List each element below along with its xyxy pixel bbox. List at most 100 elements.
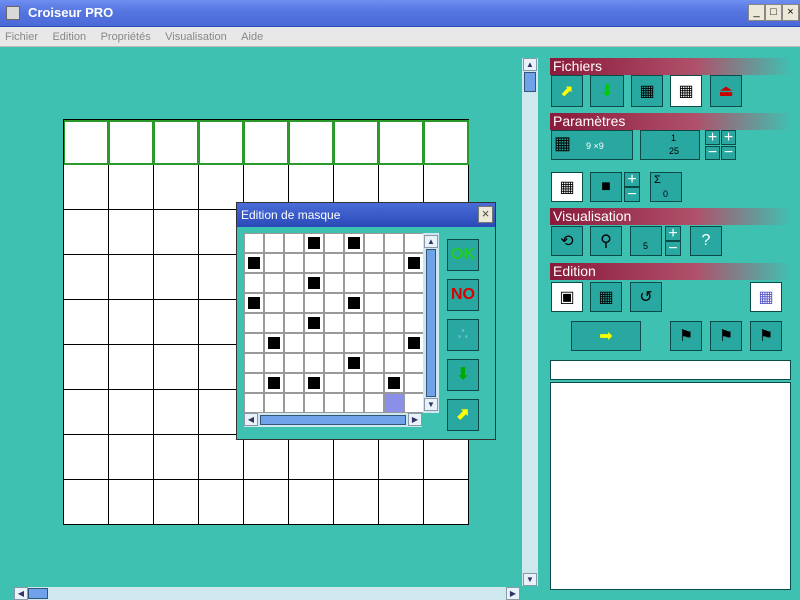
mask-cell[interactable] [324,273,344,293]
grid-cell[interactable] [109,390,154,435]
mask-scroll-left-icon[interactable]: ◀ [244,413,258,426]
grid-cell[interactable] [154,345,199,390]
grid-cell[interactable] [154,165,199,210]
mask-cell[interactable] [344,393,364,413]
mask-vertical-thumb[interactable] [426,249,436,397]
mask-cell[interactable] [304,253,324,273]
mask-cell[interactable] [384,273,404,293]
grid-cell[interactable] [379,435,424,480]
grid-cell[interactable] [289,435,334,480]
scroll-down-icon[interactable]: ▼ [523,573,537,586]
mask-cell[interactable] [264,313,284,333]
columns-minus-button[interactable]: − [665,240,681,257]
mask-cell[interactable] [284,353,304,373]
grid-cell[interactable] [154,480,199,525]
mask-open-button[interactable]: ⬈ [447,399,479,431]
mask-cell[interactable] [404,293,424,313]
mask-scroll-down-icon[interactable]: ▼ [424,398,438,411]
length-increase2-button[interactable]: + [721,129,736,146]
mask-cell[interactable] [324,353,344,373]
grid-cell[interactable] [379,120,424,165]
mask-cell[interactable] [244,353,264,373]
grid-cell[interactable] [379,480,424,525]
menu-edition[interactable]: Edition [47,29,91,45]
grid-cell[interactable] [334,435,379,480]
mask-horizontal-scrollbar[interactable]: ◀ ▶ [244,413,422,427]
mask-cell[interactable] [384,353,404,373]
mask-cell[interactable] [244,233,264,253]
mask-cell[interactable] [284,333,304,353]
transfer-button[interactable]: ➡ [571,321,641,351]
length-decrease2-button[interactable]: − [721,144,736,161]
mask-cell[interactable] [264,293,284,313]
grid-cell[interactable] [109,255,154,300]
mask-cell[interactable] [404,393,424,413]
grid-cell[interactable] [64,300,109,345]
mask-cell[interactable] [344,313,364,333]
columns-button[interactable]: 5 [630,226,662,256]
random-fill-button[interactable]: ∴ [447,319,479,351]
dialog-close-button[interactable]: × [478,206,493,223]
grid-cell[interactable] [244,435,289,480]
mask-black-cell[interactable] [304,373,324,393]
mask-cell[interactable] [364,393,384,413]
menu-fichier[interactable]: Fichier [0,29,43,45]
grid-cell[interactable] [64,255,109,300]
mask-cell[interactable] [264,253,284,273]
close-button[interactable]: × [782,4,799,21]
grid-cell[interactable] [154,435,199,480]
scroll-right-icon[interactable]: ▶ [506,587,520,600]
mask-cell[interactable] [384,293,404,313]
grid-cell[interactable] [244,120,289,165]
grid-cell[interactable] [64,120,109,165]
export-grid-button[interactable]: ▦ [631,75,663,107]
grid-cell[interactable] [199,480,244,525]
mask-cell[interactable] [244,393,264,413]
no-button[interactable]: NO [447,279,479,311]
mask-cell[interactable] [404,373,424,393]
edit-mask-button[interactable]: ▦ [590,282,622,312]
grid-cell[interactable] [109,435,154,480]
mask-cell[interactable] [304,333,324,353]
mask-cell[interactable] [384,333,404,353]
mask-cell[interactable] [264,393,284,413]
grid-cell[interactable] [109,210,154,255]
grid-cell[interactable] [109,345,154,390]
length-increase-button[interactable]: + [705,129,720,146]
mask-cell[interactable] [404,313,424,333]
mask-cell[interactable] [284,313,304,333]
mask-cell[interactable] [284,393,304,413]
word-length-button[interactable]: 1 25 [640,130,700,160]
mask-cell[interactable] [244,373,264,393]
mask-cell[interactable] [244,333,264,353]
grid-cell[interactable] [64,345,109,390]
scroll-up-icon[interactable]: ▲ [523,58,537,71]
mask-black-cell[interactable] [344,233,364,253]
mask-black-cell[interactable] [304,233,324,253]
grid-cell[interactable] [109,480,154,525]
mask-vertical-scrollbar[interactable]: ▲ ▼ [423,233,439,413]
zoom-search-button[interactable]: ⚲ [590,226,622,256]
exit-button[interactable]: ⏏ [710,75,742,107]
grid-cell[interactable] [424,480,469,525]
mask-scroll-up-icon[interactable]: ▲ [424,235,438,248]
mask-cell[interactable] [284,233,304,253]
mask-cell[interactable] [364,253,384,273]
mask-cell[interactable] [324,253,344,273]
mask-black-cell[interactable] [264,373,284,393]
minimize-button[interactable]: _ [748,4,765,21]
remove-button[interactable]: − [624,186,640,203]
mask-cell[interactable] [364,273,384,293]
mask-cell[interactable] [364,373,384,393]
grid-cell[interactable] [334,120,379,165]
mask-cell[interactable] [384,253,404,273]
ok-button[interactable]: OK [447,239,479,271]
grid-cell[interactable] [199,435,244,480]
mask-cell[interactable] [324,293,344,313]
mask-cell[interactable] [264,273,284,293]
mask-scroll-right-icon[interactable]: ▶ [408,413,422,426]
color-grid-button[interactable]: ▦ [750,282,782,312]
mask-cell[interactable] [284,373,304,393]
grid-cell[interactable] [424,435,469,480]
grid-cell[interactable] [64,210,109,255]
